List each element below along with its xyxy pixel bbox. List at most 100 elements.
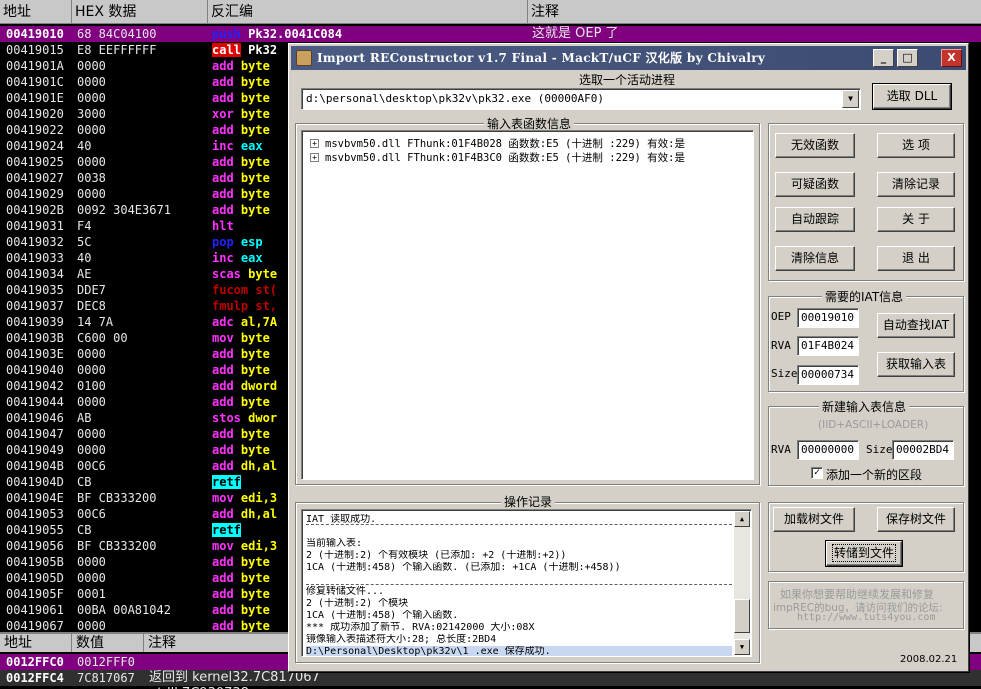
scroll-down-icon[interactable]: ▼: [734, 639, 750, 655]
load-tree-button[interactable]: 加载树文件: [773, 507, 855, 532]
disasm-mnemonic: add: [212, 395, 234, 409]
build-date: 2008.02.21: [900, 654, 958, 665]
disasm-address: 0041904D: [6, 475, 64, 489]
chevron-down-icon[interactable]: ▼: [842, 90, 859, 108]
about-button[interactable]: 关 于: [877, 207, 955, 232]
fix-dump-button[interactable]: 转储到文件: [825, 540, 903, 567]
add-section-label[interactable]: 添加一个新的区段: [826, 466, 922, 483]
disasm-instruction: mov edi,3: [212, 538, 277, 554]
stack-value: 0012FFF0: [77, 655, 135, 669]
add-section-checkbox[interactable]: ✓: [811, 467, 823, 479]
disasm-mnemonic: hlt: [212, 219, 234, 233]
tree-node[interactable]: + msvbvm50.dll FThunk:01F4B028 函数数:E5 (十进…: [310, 137, 685, 151]
disasm-hex: BF CB333200: [77, 491, 157, 505]
log-line: 2 (十进制:2) 个模块: [306, 598, 409, 609]
scroll-thumb[interactable]: [734, 599, 750, 633]
disasm-hex: 0000: [77, 443, 106, 457]
disasm-hex: AE: [77, 267, 92, 281]
disasm-hex: DEC8: [77, 299, 106, 313]
disasm-mnemonic: mov: [212, 331, 234, 345]
suspect-funcs-button[interactable]: 可疑函数: [775, 172, 855, 197]
disasm-address: 0041903B: [6, 331, 64, 345]
disasm-mnemonic: mov: [212, 539, 234, 553]
disasm-instruction: add byte: [212, 170, 270, 186]
disasm-mnemonic: pop: [212, 235, 234, 249]
imports-tree[interactable]: + msvbvm50.dll FThunk:01F4B028 函数数:E5 (十进…: [301, 130, 754, 480]
disasm-mnemonic: call: [212, 43, 241, 57]
disasm-address: 00419032: [6, 235, 64, 249]
disasm-address: 00419049: [6, 443, 64, 457]
save-tree-button[interactable]: 保存树文件: [877, 507, 955, 532]
new-import-title: 新建输入表信息: [819, 398, 910, 415]
col-disasm-header[interactable]: 反汇编: [208, 0, 528, 24]
disasm-instruction: xor byte: [212, 106, 270, 122]
rva-field[interactable]: 01F4B024: [797, 336, 859, 356]
col-address-header[interactable]: 地址: [0, 0, 72, 24]
disasm-operand: byte: [240, 91, 270, 105]
auto-trace-button[interactable]: 自动跟踪: [775, 207, 855, 232]
get-imports-button[interactable]: 获取输入表: [877, 352, 955, 377]
rva-label: RVA: [771, 339, 791, 352]
col-hex-header[interactable]: HEX 数据: [72, 0, 208, 24]
disasm-instruction: add dh,al: [212, 458, 277, 474]
log-line: 修复转储文件...: [306, 586, 385, 597]
forum-link[interactable]: http://www.tuts4you.com: [797, 612, 935, 623]
select-dll-button[interactable]: 选取 DLL: [872, 83, 952, 110]
minimize-button[interactable]: _: [873, 49, 894, 67]
disasm-address: 00419034: [6, 267, 64, 281]
disasm-address: 0041901E: [6, 91, 64, 105]
disasm-instruction: fmulp st,: [212, 298, 277, 314]
disasm-address: 0041903E: [6, 347, 64, 361]
disasm-instruction: inc eax: [212, 138, 263, 154]
disasm-instruction: add byte: [212, 58, 270, 74]
log-separator: [306, 584, 732, 585]
exit-button[interactable]: 退 出: [877, 246, 955, 271]
disasm-hex: 0000: [77, 155, 106, 169]
options-button[interactable]: 选 项: [877, 133, 955, 158]
maximize-button[interactable]: □: [897, 49, 918, 67]
disasm-operand: byte: [240, 619, 270, 632]
log-scrollbar[interactable]: ▲ ▼: [734, 511, 750, 655]
clear-log-button[interactable]: 清除记录: [877, 172, 955, 197]
app-icon: [296, 50, 312, 66]
stack-col-address[interactable]: 地址: [0, 634, 72, 652]
disasm-row[interactable]: 00419010 68 84C04100 push Pk32.0041C084 这就是…: [0, 26, 981, 42]
disasm-hex: 0000: [77, 347, 106, 361]
disasm-operand: eax: [240, 139, 263, 153]
log-line: D:\Personal\Desktop\pk32v\1_.exe 保存成功.: [306, 646, 732, 656]
oep-field[interactable]: 00019010: [797, 308, 859, 328]
disasm-instruction: fucom st(: [212, 282, 277, 298]
disasm-mnemonic: mov: [212, 491, 234, 505]
new-size-field[interactable]: 00002BD4: [892, 440, 954, 460]
stack-col-value[interactable]: 数值: [72, 634, 144, 652]
disasm-operand: dword: [240, 379, 278, 393]
expand-icon[interactable]: +: [310, 153, 319, 162]
stack-row[interactable]: 0012FFC4 7C817067 返回到 kernel32.7C817067: [0, 670, 981, 686]
disasm-comment: 这就是 OEP 了: [532, 26, 619, 41]
close-button[interactable]: X: [941, 49, 962, 67]
disasm-mnemonic: scas: [212, 267, 241, 281]
disasm-mnemonic: inc: [212, 139, 234, 153]
clear-info-button[interactable]: 清除信息: [775, 246, 855, 271]
col-comment-header[interactable]: 注释: [528, 0, 981, 24]
disasm-operand: byte: [240, 363, 270, 377]
size-field[interactable]: 00000734: [797, 365, 859, 385]
scroll-up-icon[interactable]: ▲: [734, 511, 750, 527]
stack-value: 7C817067: [77, 671, 135, 685]
dialog-titlebar[interactable]: Import REConstructor v1.7 Final - MackT/…: [291, 46, 966, 70]
invalid-funcs-button[interactable]: 无效函数: [775, 133, 855, 158]
tree-node[interactable]: + msvbvm50.dll FThunk:01F4B3C0 函数数:E5 (十进…: [310, 151, 685, 165]
expand-icon[interactable]: +: [310, 139, 319, 148]
disasm-instruction: add byte: [212, 346, 270, 362]
disasm-mnemonic: push: [212, 27, 241, 41]
disasm-operand: esp: [240, 235, 263, 249]
log-listbox[interactable]: IAT 读取成功. 当前输入表: 2 (十进制:2) 个有效模块 (已添加: +2 …: [301, 509, 752, 657]
disasm-address: 0041901A: [6, 59, 64, 73]
disasm-operand: byte: [240, 571, 270, 585]
new-rva-field[interactable]: 00000000: [797, 440, 859, 460]
disasm-operand: dwor: [248, 411, 278, 425]
disasm-address: 00419042: [6, 379, 64, 393]
disasm-operand: eax: [240, 251, 263, 265]
process-combobox[interactable]: d:\personal\desktop\pk32v\pk32.exe (0000…: [301, 88, 861, 110]
auto-iat-button[interactable]: 自动查找IAT: [877, 313, 955, 338]
